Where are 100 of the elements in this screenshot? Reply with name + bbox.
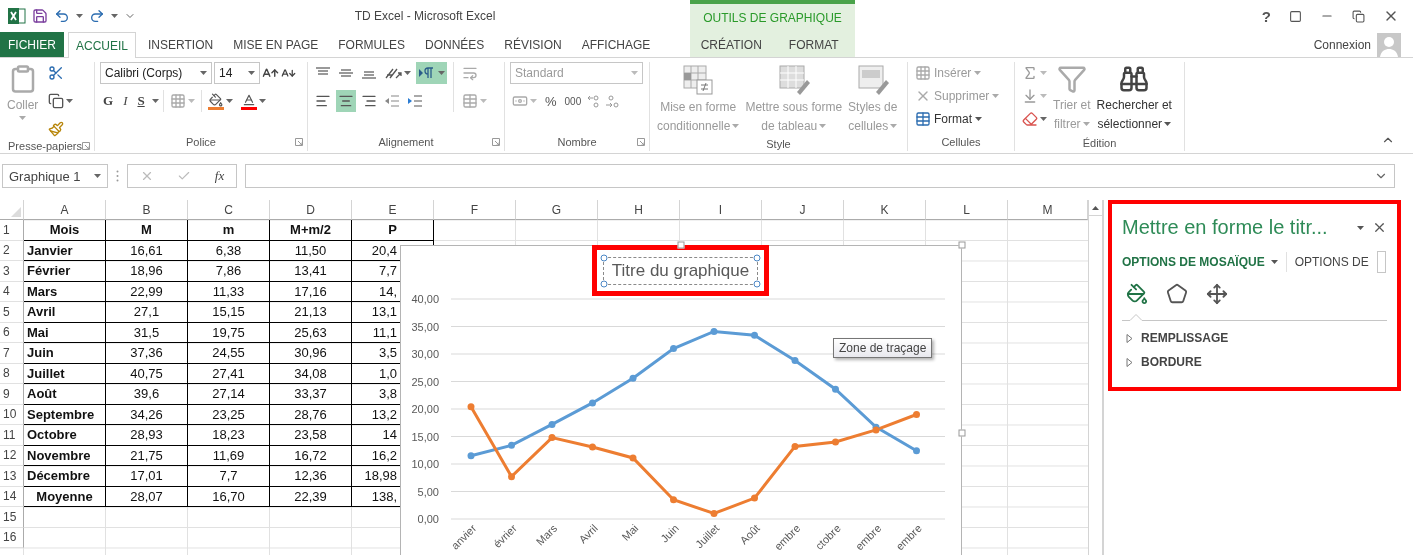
resize-handle[interactable] bbox=[958, 241, 966, 249]
italic-button[interactable]: I bbox=[120, 93, 131, 109]
spreadsheet-app-icon[interactable] bbox=[8, 8, 26, 24]
row-header[interactable]: 5 bbox=[0, 302, 24, 323]
restore-icon[interactable] bbox=[1352, 9, 1365, 23]
resize-handle[interactable] bbox=[958, 429, 966, 437]
thousands-button[interactable]: 000 bbox=[562, 95, 584, 107]
dialog-launcher-icon[interactable] bbox=[82, 142, 90, 150]
selection-handle[interactable] bbox=[753, 254, 761, 261]
row-header[interactable]: 13 bbox=[0, 466, 24, 487]
pane-icon-tab[interactable] bbox=[1206, 283, 1228, 305]
cells-button[interactable]: Format bbox=[913, 108, 1002, 130]
ribbon-tab[interactable]: AFFICHAGE bbox=[573, 32, 659, 57]
row-header[interactable]: 3 bbox=[0, 261, 24, 282]
sign-in-link[interactable]: Connexion bbox=[1313, 37, 1371, 52]
chart-title[interactable]: Titre du graphique bbox=[602, 256, 759, 285]
alignment-button[interactable] bbox=[416, 62, 447, 84]
save-icon[interactable] bbox=[32, 8, 48, 24]
column-header[interactable]: L bbox=[926, 200, 1008, 220]
ribbon-tab[interactable]: CRÉATION bbox=[690, 32, 773, 57]
column-header[interactable]: K bbox=[844, 200, 926, 220]
data-point[interactable] bbox=[913, 411, 920, 418]
ribbon-tab[interactable]: FORMULES bbox=[330, 32, 413, 57]
decrease-decimal-icon[interactable] bbox=[605, 94, 620, 108]
row-header[interactable]: 6 bbox=[0, 322, 24, 343]
data-point[interactable] bbox=[508, 441, 515, 449]
ribbon-tab[interactable]: ACCUEIL bbox=[68, 32, 136, 58]
name-box[interactable]: Graphique 1 bbox=[2, 164, 108, 188]
data-point[interactable] bbox=[548, 420, 556, 428]
section-header[interactable]: BORDURE bbox=[1122, 355, 1387, 369]
row-header[interactable]: 16 bbox=[0, 527, 24, 548]
section-header[interactable]: REMPLISSAGE bbox=[1122, 331, 1387, 345]
column-header[interactable]: A bbox=[24, 200, 106, 220]
data-point[interactable] bbox=[629, 374, 637, 382]
dialog-launcher-icon[interactable] bbox=[295, 138, 303, 146]
data-point[interactable] bbox=[751, 494, 758, 502]
column-header[interactable]: C bbox=[188, 200, 270, 220]
data-point[interactable] bbox=[791, 357, 799, 365]
font-name-field[interactable]: Calibri (Corps) bbox=[100, 62, 212, 84]
scroll-up-icon[interactable] bbox=[1092, 205, 1099, 210]
increase-decimal-icon[interactable] bbox=[587, 94, 602, 108]
formula-field[interactable] bbox=[245, 164, 1395, 188]
close-icon[interactable] bbox=[1372, 220, 1387, 235]
selection-handle[interactable] bbox=[600, 280, 608, 287]
data-point[interactable] bbox=[791, 442, 799, 450]
data-point[interactable] bbox=[832, 438, 839, 446]
data-point[interactable] bbox=[589, 399, 596, 407]
column-header[interactable]: B bbox=[106, 200, 188, 220]
column-header[interactable]: D bbox=[270, 200, 352, 220]
row-header[interactable]: 15 bbox=[0, 507, 24, 528]
ribbon-display-icon[interactable] bbox=[1289, 9, 1302, 23]
dialog-launcher-icon[interactable] bbox=[492, 138, 500, 146]
row-header[interactable]: 7 bbox=[0, 343, 24, 364]
ribbon-tab[interactable]: MISE EN PAGE bbox=[225, 32, 327, 57]
row-header[interactable]: 2 bbox=[0, 240, 24, 261]
pane-icon-tab[interactable] bbox=[1166, 283, 1188, 305]
data-point[interactable] bbox=[670, 345, 677, 352]
pane-icon-tab[interactable] bbox=[1126, 283, 1148, 305]
avatar-icon[interactable] bbox=[1377, 32, 1401, 57]
column-header[interactable]: I bbox=[680, 200, 762, 220]
vertical-scrollbar[interactable] bbox=[1088, 200, 1103, 555]
row-header[interactable]: 1 bbox=[0, 220, 24, 241]
column-header[interactable]: E bbox=[352, 200, 434, 220]
row-header[interactable]: 11 bbox=[0, 425, 24, 446]
fill-color-button[interactable] bbox=[205, 90, 235, 112]
data-point[interactable] bbox=[913, 447, 920, 455]
data-point[interactable] bbox=[589, 443, 596, 451]
data-point[interactable] bbox=[467, 452, 475, 460]
row-header[interactable]: 10 bbox=[0, 404, 24, 425]
pane-tab[interactable]: OPTIONS DE MOSAÏQUE bbox=[1122, 255, 1278, 269]
data-point[interactable] bbox=[508, 473, 515, 481]
row-header[interactable]: 8 bbox=[0, 363, 24, 384]
ribbon-tab[interactable]: RÉVISION bbox=[496, 32, 570, 57]
ribbon-tab[interactable]: INSERTION bbox=[140, 32, 222, 57]
help-button[interactable]: ? bbox=[1261, 7, 1271, 25]
data-point[interactable] bbox=[710, 327, 718, 335]
selection-handle[interactable] bbox=[753, 280, 761, 287]
row-header[interactable]: 4 bbox=[0, 281, 24, 302]
redo-icon[interactable] bbox=[89, 8, 105, 24]
underline-button[interactable]: S bbox=[134, 93, 148, 109]
bold-button[interactable]: G bbox=[100, 93, 117, 109]
undo-icon[interactable] bbox=[54, 8, 70, 24]
data-point[interactable] bbox=[832, 385, 839, 393]
editing-button[interactable]: Rechercher et sélectionner bbox=[1094, 62, 1174, 134]
row-header[interactable]: 14 bbox=[0, 486, 24, 507]
ribbon-tab[interactable]: FICHIER bbox=[0, 32, 64, 57]
dialog-launcher-icon[interactable] bbox=[637, 138, 645, 146]
data-point[interactable] bbox=[751, 331, 758, 339]
ribbon-tab[interactable]: FORMAT bbox=[772, 32, 855, 57]
column-header[interactable]: G bbox=[516, 200, 598, 220]
column-header[interactable]: F bbox=[434, 200, 516, 220]
row-header[interactable]: 9 bbox=[0, 384, 24, 405]
alignment-button[interactable] bbox=[336, 90, 356, 112]
data-point[interactable] bbox=[710, 510, 718, 517]
column-header[interactable]: J bbox=[762, 200, 844, 220]
insert-function-button[interactable]: fx bbox=[214, 168, 225, 184]
column-header[interactable]: M bbox=[1008, 200, 1088, 220]
scroll-box[interactable] bbox=[1376, 251, 1386, 273]
enter-icon[interactable] bbox=[177, 169, 192, 183]
data-point[interactable] bbox=[629, 454, 637, 462]
